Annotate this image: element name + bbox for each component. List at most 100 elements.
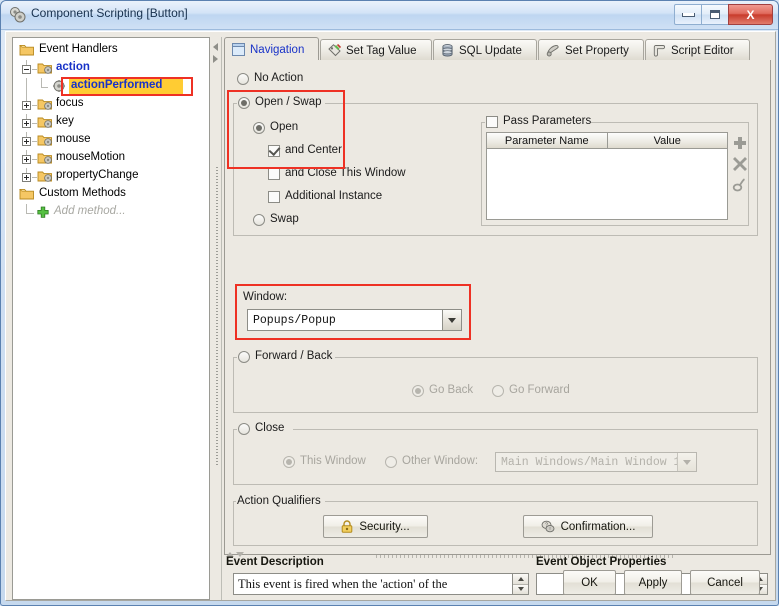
spinner-up-icon [517, 576, 524, 581]
tab-label: Script Editor [671, 44, 734, 57]
tree-node-action-performed[interactable]: actionPerformed [13, 77, 209, 96]
tag-icon [328, 44, 341, 57]
radio-open[interactable] [253, 122, 265, 134]
parameters-table[interactable]: Parameter Name Value [486, 132, 728, 220]
tree-node-key[interactable]: key [13, 114, 209, 132]
group-border [233, 103, 237, 104]
label-forward-back: Forward / Back [255, 350, 333, 362]
divider-line [221, 37, 222, 600]
window-select[interactable]: Popups/Popup [247, 309, 462, 331]
ok-button[interactable]: OK [563, 570, 616, 595]
group-border [325, 501, 758, 502]
tree-node-label: Add method... [54, 205, 126, 217]
apply-button[interactable]: Apply [624, 570, 682, 595]
folder-icon [19, 45, 34, 56]
link-parameter-icon[interactable] [732, 177, 748, 193]
tree-node-add-method[interactable]: Add method... [13, 204, 209, 222]
tree-line [41, 87, 48, 88]
collapse-right-arrow-icon[interactable] [213, 55, 218, 63]
remove-parameter-icon[interactable] [732, 156, 748, 172]
label-other-window: Other Window: [402, 455, 479, 467]
tree-expand-handle-property-change[interactable] [22, 173, 31, 182]
tree-node-label: focus [56, 97, 84, 109]
tree-expand-handle-mouse[interactable] [22, 137, 31, 146]
split-pane-divider[interactable] [211, 37, 223, 600]
window-select-dropdown-button[interactable] [442, 310, 461, 330]
checkbox-additional-instance[interactable] [268, 191, 280, 203]
tree-line [26, 204, 27, 213]
confirm-icon: ? ! [541, 520, 555, 533]
radio-swap[interactable] [253, 214, 265, 226]
tab-script-editor[interactable]: Script Editor [645, 39, 750, 61]
ok-button-label: OK [581, 576, 598, 589]
radio-go-back[interactable] [412, 385, 424, 397]
tree-node-mouse-motion[interactable]: mouseMotion [13, 150, 209, 168]
cancel-button[interactable]: Cancel [690, 570, 760, 595]
tree-expand-handle-key[interactable] [22, 119, 31, 128]
tree-node-mouse[interactable]: mouse [13, 132, 209, 150]
event-object-properties-label: Event Object Properties [536, 556, 667, 568]
tree-node-custom-methods[interactable]: Custom Methods [13, 186, 209, 204]
radio-this-window[interactable] [283, 456, 295, 468]
column-header-value[interactable]: Value [607, 133, 727, 149]
spinner-up-button[interactable] [513, 574, 528, 585]
label-go-back: Go Back [429, 384, 474, 396]
tree-node-event-handlers[interactable]: Event Handlers [13, 42, 209, 60]
window-controls: X [674, 4, 773, 25]
action-tabs: Navigation Set Tag Value SQL Update Set … [224, 37, 771, 61]
tab-sql-update[interactable]: SQL Update [433, 39, 537, 61]
title-bar: Component Scripting [Button] X [1, 1, 778, 30]
checkbox-pass-parameters[interactable] [486, 116, 498, 128]
label-pass-parameters: Pass Parameters [503, 115, 592, 127]
gear-icon [53, 80, 65, 92]
spinner-down-icon [517, 587, 524, 592]
tree-node-property-change[interactable]: propertyChange [13, 168, 209, 186]
minimize-button[interactable] [674, 4, 702, 25]
tree-line [26, 213, 34, 214]
event-description-spinner[interactable] [512, 574, 528, 594]
event-handlers-tree[interactable]: Event Handlers action actionPerformed fo… [12, 37, 210, 600]
action-config-panel: Navigation Set Tag Value SQL Update Set … [224, 37, 771, 600]
radio-go-forward[interactable] [492, 385, 504, 397]
other-window-select[interactable]: Main Windows/Main Window 1 [495, 452, 697, 472]
label-no-action: No Action [254, 72, 304, 84]
label-open: Open [270, 121, 299, 133]
security-button-label: Security... [359, 520, 410, 533]
checkbox-and-close-this-window[interactable] [268, 168, 280, 180]
close-icon: X [746, 7, 755, 22]
minimize-icon [681, 12, 695, 17]
tab-set-tag-value[interactable]: Set Tag Value [320, 39, 432, 61]
label-close: Close [255, 422, 285, 434]
radio-forward-back[interactable] [238, 351, 250, 363]
tree-node-label: action [56, 61, 90, 73]
add-plus-icon [37, 206, 49, 218]
maximize-button[interactable] [701, 4, 729, 25]
close-button[interactable]: X [728, 4, 773, 25]
radio-no-action[interactable] [237, 73, 249, 85]
tree-expand-handle-focus[interactable] [22, 101, 31, 110]
tab-label: Set Tag Value [346, 44, 417, 57]
tab-navigation[interactable]: Navigation [224, 37, 319, 61]
tree-node-action[interactable]: action [13, 60, 209, 78]
tab-set-property[interactable]: Set Property [538, 39, 644, 61]
confirmation-button[interactable]: ? ! Confirmation... [523, 515, 653, 538]
maximize-icon [710, 10, 720, 19]
svg-text:!: ! [549, 526, 550, 531]
add-parameter-icon[interactable] [732, 135, 748, 151]
other-window-dropdown-button[interactable] [677, 453, 696, 471]
checkbox-and-center[interactable] [268, 145, 280, 157]
security-button[interactable]: Security... [323, 515, 428, 538]
collapse-left-arrow-icon[interactable] [213, 43, 218, 51]
tree-expand-handle-mouse-motion[interactable] [22, 155, 31, 164]
radio-open-swap[interactable] [238, 97, 250, 109]
radio-close[interactable] [238, 423, 250, 435]
radio-other-window[interactable] [385, 456, 397, 468]
event-description-field[interactable]: This event is fired when the 'action' of… [233, 573, 529, 595]
lock-icon [342, 520, 353, 533]
column-header-parameter-name[interactable]: Parameter Name [487, 133, 608, 149]
label-additional-instance: Additional Instance [285, 190, 383, 202]
tree-node-focus[interactable]: focus [13, 96, 209, 114]
tree-expand-handle-action[interactable] [22, 65, 31, 74]
event-folder-icon [37, 99, 52, 110]
spinner-down-button[interactable] [513, 584, 528, 594]
